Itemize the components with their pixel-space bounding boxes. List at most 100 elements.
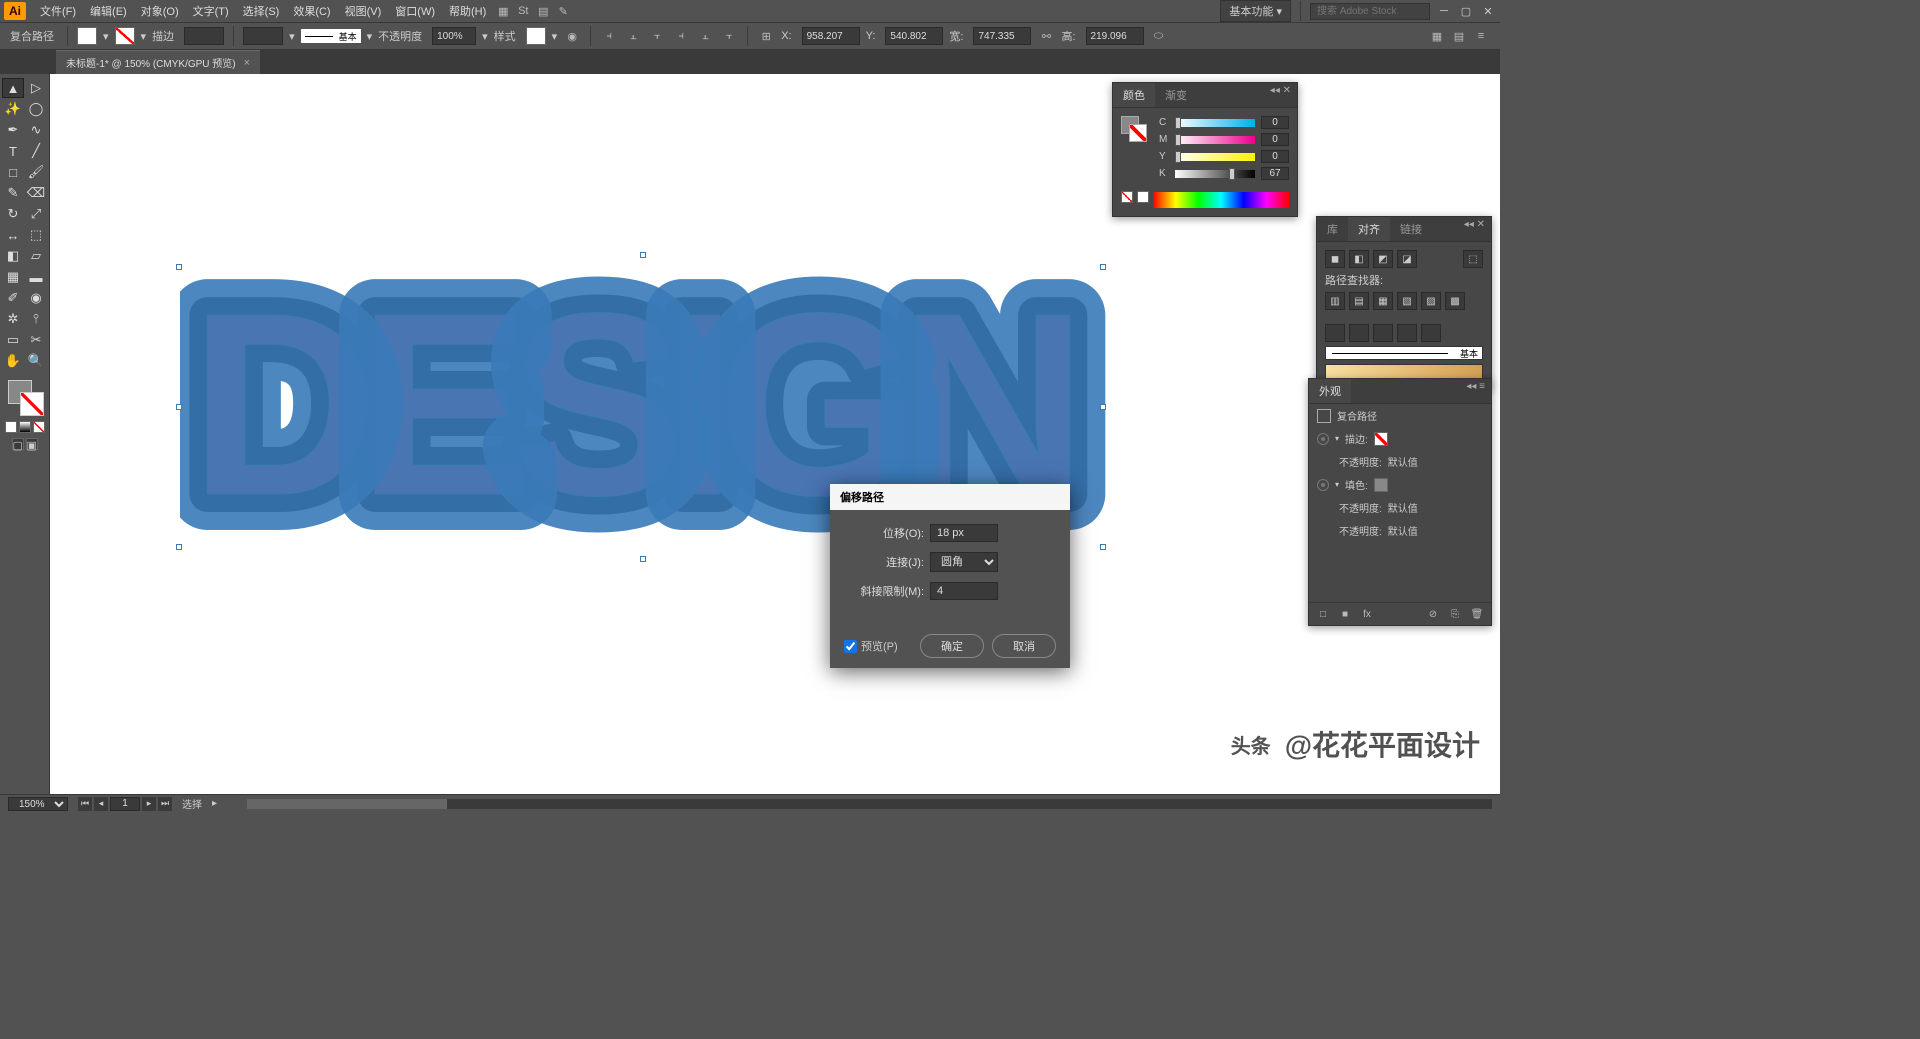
recolor-icon[interactable]: ◉ (563, 27, 581, 45)
artboard-tool[interactable]: ▭ (2, 330, 24, 350)
fill-stroke-swatches[interactable] (2, 378, 47, 418)
stroke-weight-input[interactable] (184, 27, 224, 45)
color-tab[interactable]: 颜色 (1113, 83, 1155, 107)
m-value[interactable] (1261, 133, 1289, 146)
offset-input[interactable] (930, 524, 998, 542)
panel-collapse-icon[interactable]: ◂◂ ✕ (1458, 217, 1491, 241)
align-vcenter-icon[interactable]: ⫠ (696, 27, 714, 45)
screen-full-icon[interactable]: ▣ (26, 438, 38, 450)
swatch5-icon[interactable] (1421, 324, 1441, 342)
y-value[interactable] (1261, 150, 1289, 163)
zoom-dropdown[interactable]: 150% (8, 797, 68, 811)
panel-collapse-icon[interactable]: ◂◂ ✕ (1264, 83, 1297, 107)
horizontal-scrollbar[interactable] (247, 799, 1492, 809)
graph-tool[interactable]: ⫯ (25, 309, 47, 329)
align-top-icon[interactable]: ⫞ (672, 27, 690, 45)
last-artboard-icon[interactable]: ⏭ (158, 797, 172, 811)
var-width-input[interactable] (243, 27, 283, 45)
crop-icon[interactable]: ▧ (1397, 292, 1417, 310)
free-transform-tool[interactable]: ⬚ (25, 225, 47, 245)
miter-input[interactable] (930, 582, 998, 600)
slice-tool[interactable]: ✂ (25, 330, 47, 350)
align-hcenter-icon[interactable]: ⫠ (624, 27, 642, 45)
menu-object[interactable]: 对象(O) (135, 1, 185, 21)
expand-icon[interactable]: ⬚ (1463, 250, 1483, 268)
white-color-icon[interactable] (1137, 191, 1149, 203)
color-mode-icon[interactable] (5, 421, 17, 433)
align-tab[interactable]: 对齐 (1348, 217, 1390, 241)
artboard-number-input[interactable] (110, 797, 140, 811)
swatch1-icon[interactable] (1325, 324, 1345, 342)
visibility-toggle[interactable] (1317, 433, 1329, 445)
menu-edit[interactable]: 编辑(E) (84, 1, 133, 21)
panel-menu-icon[interactable]: ≡ (1472, 27, 1490, 45)
gradient-mode-icon[interactable] (19, 421, 31, 433)
k-slider[interactable] (1175, 170, 1255, 178)
edit-icon[interactable]: ▤ (1450, 27, 1468, 45)
style-icon[interactable]: St (514, 2, 532, 20)
direct-selection-tool[interactable]: ▷ (25, 78, 47, 98)
magic-wand-tool[interactable]: ✨ (2, 99, 24, 119)
add-stroke-icon[interactable]: □ (1315, 607, 1331, 621)
minus-front-icon[interactable]: ◧ (1349, 250, 1369, 268)
swatch3-icon[interactable] (1373, 324, 1393, 342)
perspective-tool[interactable]: ▱ (25, 246, 47, 266)
outline-icon[interactable]: ▨ (1421, 292, 1441, 310)
shape-props-icon[interactable]: ⬭ (1150, 27, 1168, 45)
mesh-tool[interactable]: ▦ (2, 267, 24, 287)
overall-opacity-value[interactable]: 默认值 (1388, 523, 1418, 538)
panel-collapse-icon[interactable]: ◂◂ ≡ (1460, 379, 1491, 403)
menu-window[interactable]: 窗口(W) (389, 1, 441, 21)
maximize-icon[interactable]: ▢ (1458, 4, 1474, 18)
shape-builder-tool[interactable]: ◧ (2, 246, 24, 266)
rotate-tool[interactable]: ↻ (2, 204, 24, 224)
selection-tool[interactable]: ▲ (2, 78, 24, 98)
swatch2-icon[interactable] (1349, 324, 1369, 342)
close-icon[interactable]: ✕ (1480, 4, 1496, 18)
blend-tool[interactable]: ◉ (25, 288, 47, 308)
trim-icon[interactable]: ▤ (1349, 292, 1369, 310)
intersect-icon[interactable]: ◩ (1373, 250, 1393, 268)
h-input[interactable] (1086, 27, 1144, 45)
w-input[interactable] (973, 27, 1031, 45)
paintbrush-tool[interactable]: 🖌 (25, 162, 47, 182)
preview-checkbox-label[interactable]: 预览(P) (844, 638, 898, 654)
library-tab[interactable]: 库 (1317, 217, 1348, 241)
search-stock-input[interactable] (1310, 3, 1430, 20)
zoom-tool[interactable]: 🔍 (25, 351, 47, 371)
exclude-icon[interactable]: ◪ (1397, 250, 1417, 268)
preview-checkbox[interactable] (844, 640, 857, 653)
chevron-right-icon[interactable]: ▸ (212, 798, 217, 809)
hand-tool[interactable]: ✋ (2, 351, 24, 371)
lasso-tool[interactable]: ◯ (25, 99, 47, 119)
color-fill-stroke-icon[interactable] (1121, 116, 1147, 142)
prev-artboard-icon[interactable]: ◂ (94, 797, 108, 811)
next-artboard-icon[interactable]: ▸ (142, 797, 156, 811)
cancel-button[interactable]: 取消 (992, 634, 1056, 658)
appearance-tab[interactable]: 外观 (1309, 379, 1351, 403)
swatch4-icon[interactable] (1397, 324, 1417, 342)
screen-normal-icon[interactable]: ▢ (12, 438, 24, 450)
duplicate-icon[interactable]: ⎘ (1447, 607, 1463, 621)
opacity-input[interactable] (432, 27, 476, 45)
ok-button[interactable]: 确定 (920, 634, 984, 658)
y-slider[interactable] (1175, 153, 1255, 161)
gradient-tab[interactable]: 渐变 (1155, 83, 1197, 107)
transform-icon[interactable]: ⊞ (757, 27, 775, 45)
divide-icon[interactable]: ▥ (1325, 292, 1345, 310)
x-input[interactable] (802, 27, 860, 45)
visibility-toggle[interactable] (1317, 479, 1329, 491)
none-color-icon[interactable] (1121, 191, 1133, 203)
width-tool[interactable]: ↔ (2, 225, 24, 245)
clear-icon[interactable]: ⊘ (1425, 607, 1441, 621)
pen-tool[interactable]: ✒ (2, 120, 24, 140)
chevron-down-icon[interactable]: ▾ (1335, 434, 1339, 443)
fill-swatch[interactable] (77, 27, 97, 45)
eraser-tool[interactable]: ⌫ (25, 183, 47, 203)
minimize-icon[interactable]: ─ (1436, 4, 1452, 18)
first-artboard-icon[interactable]: ⏮ (78, 797, 92, 811)
trash-icon[interactable]: 🗑 (1469, 607, 1485, 621)
align-left-icon[interactable]: ⫞ (600, 27, 618, 45)
menu-select[interactable]: 选择(S) (237, 1, 286, 21)
chevron-down-icon[interactable]: ▾ (1335, 480, 1339, 489)
